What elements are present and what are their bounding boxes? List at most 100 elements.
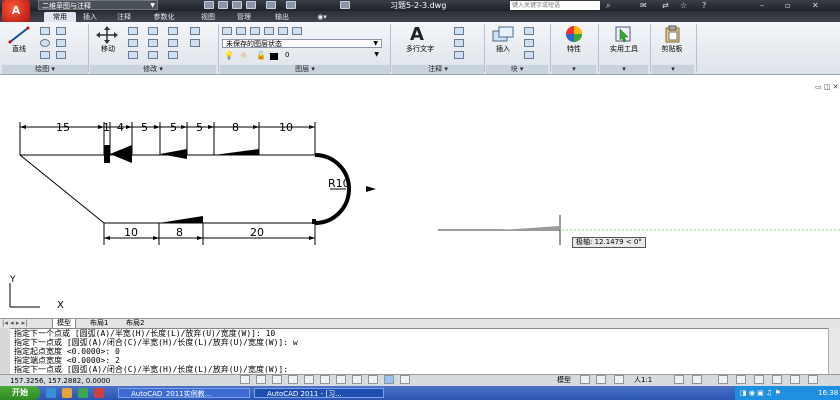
tray-icons[interactable]: ◨ ◉ ▣ ♫ ⚑ xyxy=(740,389,781,397)
scale-icon[interactable] xyxy=(148,51,158,59)
rectangle-icon[interactable] xyxy=(56,51,66,59)
mirror-icon[interactable] xyxy=(148,39,158,47)
workspace-switching-icon[interactable] xyxy=(718,375,728,384)
layer-icon[interactable] xyxy=(278,27,288,35)
model-space-button[interactable]: 模型 xyxy=(557,375,571,385)
dynamic-input-icon[interactable] xyxy=(352,375,362,384)
tab-parametric[interactable]: 参数化 xyxy=(146,12,182,22)
binoculars-icon[interactable]: ⌕ xyxy=(606,0,610,11)
line-tool-icon[interactable] xyxy=(8,26,30,44)
help-icon[interactable]: ? xyxy=(702,0,706,11)
annotation-visibility-icon[interactable] xyxy=(674,375,684,384)
open-icon[interactable] xyxy=(218,1,228,9)
move-tool-icon[interactable] xyxy=(96,26,118,44)
current-layer-dropdown[interactable]: 0 ▼ xyxy=(282,51,382,60)
linear-dimension-icon[interactable] xyxy=(454,27,464,35)
workspace-dropdown[interactable]: 二维草图与注释 ▼ xyxy=(38,0,158,10)
quick-launch-icon[interactable] xyxy=(94,388,104,398)
layer-icon[interactable] xyxy=(236,27,246,35)
selection-cycling-icon[interactable] xyxy=(400,375,410,384)
plot-icon[interactable] xyxy=(340,1,350,9)
leader-icon[interactable] xyxy=(454,39,464,47)
grid-display-icon[interactable] xyxy=(256,375,266,384)
tab-view[interactable]: 视图 xyxy=(196,12,220,22)
copy-icon[interactable] xyxy=(128,39,138,47)
array-icon[interactable] xyxy=(168,51,178,59)
taskbar-item[interactable]: AutoCAD_2011实例教... xyxy=(118,388,250,398)
tab-annotate[interactable]: 注释 xyxy=(112,12,136,22)
modify-panel-label[interactable]: 修改 ▾ xyxy=(90,65,216,74)
save-icon[interactable] xyxy=(232,1,242,9)
ducs-icon[interactable] xyxy=(336,375,346,384)
lightbulb-icon[interactable]: 💡 xyxy=(224,51,234,60)
multiline-text-icon[interactable]: A xyxy=(410,24,424,45)
sun-icon[interactable]: ☼ xyxy=(240,51,247,60)
command-window-grip[interactable] xyxy=(0,328,10,374)
auto-scale-icon[interactable] xyxy=(692,375,702,384)
tab-home[interactable]: 常用 xyxy=(44,12,76,22)
tab-output[interactable]: 输出 xyxy=(270,12,294,22)
insert-block-icon[interactable] xyxy=(492,26,514,42)
tab-manage[interactable]: 管理 xyxy=(232,12,256,22)
polyline-icon[interactable] xyxy=(40,27,50,35)
utilities-icon[interactable] xyxy=(614,25,634,43)
tab-layout1[interactable]: 布局1 xyxy=(86,319,112,328)
layer-icon[interactable] xyxy=(264,27,274,35)
trim-icon[interactable] xyxy=(148,27,158,35)
create-block-icon[interactable] xyxy=(524,27,534,35)
hatch-icon[interactable] xyxy=(56,39,66,47)
hardware-acceleration-icon[interactable] xyxy=(754,375,764,384)
table-icon[interactable] xyxy=(454,51,464,59)
object-snap-tracking-icon[interactable] xyxy=(320,375,330,384)
annotation-panel-label[interactable]: 注释 ▾ xyxy=(392,65,484,74)
minimize-icon[interactable]: – xyxy=(760,0,764,11)
clipboard-icon[interactable] xyxy=(664,25,682,43)
edit-block-icon[interactable] xyxy=(524,39,534,47)
quick-launch-icon[interactable] xyxy=(62,388,72,398)
rotate-icon[interactable] xyxy=(128,27,138,35)
quick-launch-icon[interactable] xyxy=(46,388,56,398)
taskbar-item-active[interactable]: AutoCAD 2011 - [习... xyxy=(254,388,384,398)
layer-properties-icon[interactable] xyxy=(222,27,232,35)
star-icon[interactable]: ☆ xyxy=(680,0,687,11)
utilities-panel-label[interactable]: ▾ xyxy=(600,65,648,74)
isolate-objects-icon[interactable] xyxy=(772,375,782,384)
undo-icon[interactable] xyxy=(266,1,276,9)
explode-icon[interactable] xyxy=(190,27,200,35)
layer-icon[interactable] xyxy=(292,27,302,35)
layer-state-dropdown[interactable]: 未保存的图层状态 ▼ xyxy=(222,39,382,48)
command-scrollbar[interactable] xyxy=(828,328,840,374)
offset-icon[interactable] xyxy=(190,39,200,47)
tab-layout2[interactable]: 布局2 xyxy=(122,319,148,328)
clipboard-panel-label[interactable]: ▾ xyxy=(652,65,694,74)
start-button[interactable]: 开始 xyxy=(0,386,40,400)
layout-icon[interactable] xyxy=(580,375,590,384)
close-icon[interactable]: ✕ xyxy=(812,0,819,11)
search-input[interactable]: 键入关键字或短语 xyxy=(510,1,600,10)
attribute-icon[interactable] xyxy=(524,51,534,59)
polar-tracking-icon[interactable] xyxy=(288,375,298,384)
command-window[interactable]: 指定下一个点或 [圆弧(A)/半宽(H)/长度(L)/放弃(U)/宽度(W)]:… xyxy=(0,328,840,375)
restore-icon[interactable]: ▫ xyxy=(785,0,790,11)
draw-panel-label[interactable]: 绘图 ▾ xyxy=(2,65,88,74)
command-prompt[interactable]: 指定下一点或 [圆弧(A)/闭合(C)/半宽(H)/长度(L)/放弃(U)/宽度… xyxy=(14,366,288,374)
clean-screen-icon[interactable] xyxy=(808,375,818,384)
quick-properties-icon[interactable] xyxy=(384,375,394,384)
tab-insert[interactable]: 插入 xyxy=(78,12,102,22)
status-menu-icon[interactable] xyxy=(790,375,800,384)
erase-icon[interactable] xyxy=(168,27,178,35)
new-icon[interactable] xyxy=(204,1,214,9)
annotation-scale[interactable]: 人1:1 xyxy=(634,375,652,385)
lock-icon[interactable]: 🔓 xyxy=(256,51,266,60)
stretch-icon[interactable] xyxy=(128,51,138,59)
layers-panel-label[interactable]: 图层 ▾ xyxy=(220,65,390,74)
properties-palette-icon[interactable] xyxy=(563,25,585,43)
lock-ui-icon[interactable] xyxy=(736,375,746,384)
arc-icon[interactable] xyxy=(40,51,50,59)
ortho-mode-icon[interactable] xyxy=(272,375,282,384)
snap-mode-icon[interactable] xyxy=(240,375,250,384)
pan-icon[interactable] xyxy=(614,375,624,384)
quick-launch-icon[interactable] xyxy=(78,388,88,398)
redo-icon[interactable] xyxy=(286,1,296,9)
layout-icon[interactable] xyxy=(596,375,606,384)
